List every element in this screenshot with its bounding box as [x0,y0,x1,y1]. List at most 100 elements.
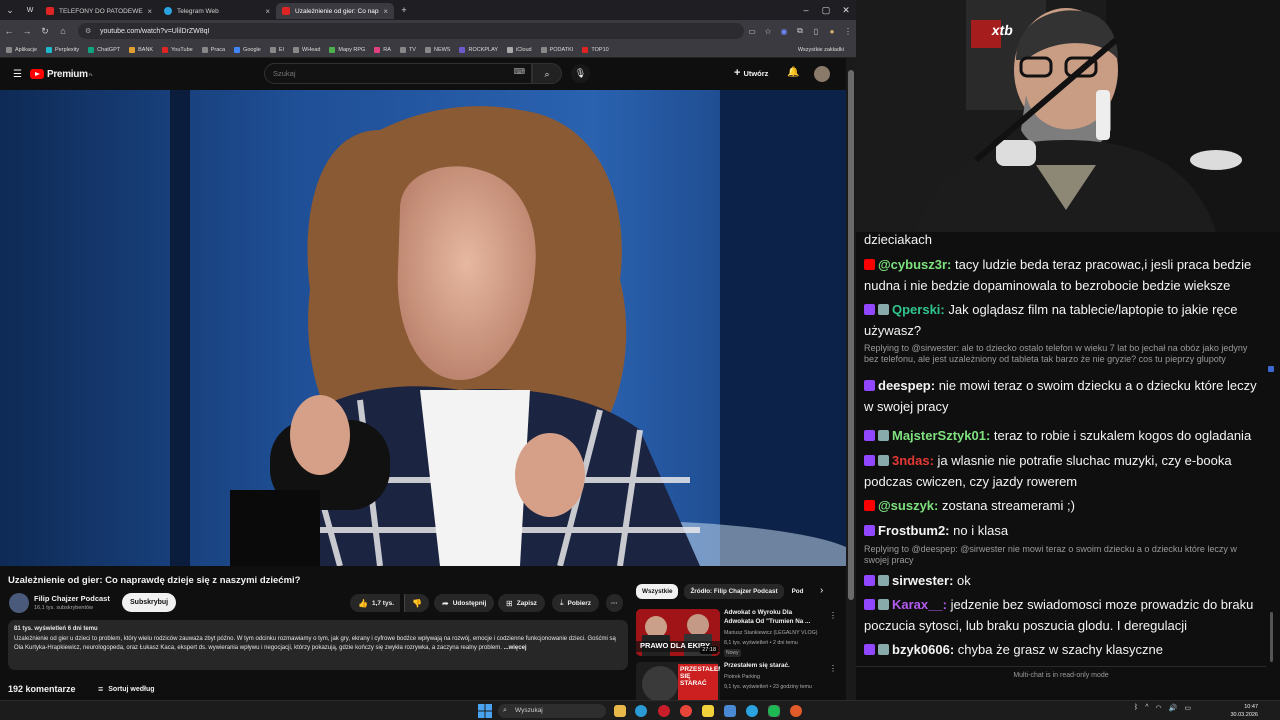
windows-start-icon[interactable] [478,704,492,718]
telegram-icon[interactable] [746,705,758,717]
like-button[interactable]: 👍 1,7 tys. [350,594,401,612]
download-button[interactable]: ⤓ Pobierz [552,594,600,612]
forward-icon[interactable]: → [18,26,36,36]
avatar[interactable] [814,66,830,82]
subscribe-button[interactable]: Subskrybuj [122,593,177,612]
chat-username[interactable]: 3ndas: [892,453,934,468]
chip-source[interactable]: Źródło: Filip Chajzer Podcast [684,584,784,599]
chat-username[interactable]: Frostbum2: [878,523,950,538]
bookmark-item[interactable]: Mapy RPG [329,46,365,53]
recommended-video[interactable]: PRAWO DLA EKIPY 27:18 Adwokat o Wyroku D… [636,609,837,661]
keyboard-icon[interactable]: ⌨ [513,67,525,76]
download-manager-icon[interactable] [724,705,736,717]
channel-name[interactable]: Filip Chajzer Podcast [34,594,110,603]
search-input[interactable]: Szukaj ⌨ [264,63,532,84]
page-scrollbar[interactable] [846,58,856,700]
notifications-bell-icon[interactable]: 🔔 [787,67,799,78]
edge-icon[interactable] [635,705,647,717]
url-field[interactable]: ⚙ youtube.com/watch?v=UlilDrZW8qI [78,23,744,39]
bookmark-item[interactable]: TOP10 [582,46,609,53]
close-tab-icon[interactable]: × [147,7,152,16]
close-window-icon[interactable]: ✕ [836,5,856,16]
video-thumbnail[interactable]: PRAWO DLA EKIPY 27:18 [636,609,720,656]
recommended-video[interactable]: PRZESTAŁEM SIĘ STARAĆ Przestałem się sta… [636,662,837,700]
tab-telegram[interactable]: Telegram Web × [158,3,276,19]
split-view-icon[interactable]: ▯ [808,27,824,36]
recommended-author[interactable]: Mariusz Stankiewicz (LEGALNY VLOG) [724,630,818,636]
bookmark-item[interactable]: Aplikacje [6,46,37,53]
file-explorer-icon[interactable] [614,705,626,717]
description-box[interactable]: 81 tys. wyświetleń 6 dni temu Uzależnien… [8,620,628,670]
side-panel-indicator-icon[interactable] [1268,366,1274,372]
close-tab-icon[interactable]: × [265,7,270,16]
bookmark-item[interactable]: ChatGPT [88,46,120,53]
profile-icon[interactable]: ● [824,27,840,36]
chat-username[interactable]: sirwester: [892,573,953,588]
video-thumbnail[interactable]: PRZESTAŁEM SIĘ STARAĆ [636,662,720,700]
scrollbar-thumb[interactable] [848,70,854,600]
recommended-title[interactable]: Przestałem się starać. [724,662,820,671]
taskbar-search-input[interactable]: ⌕ Wyszukaj [498,704,606,718]
extensions-puzzle-icon[interactable]: ⧉ [792,26,808,36]
recommended-author[interactable]: Piotrek Parking [724,674,760,680]
save-button[interactable]: ⊞ Zapisz [498,594,545,612]
chat-username[interactable]: Qperski: [892,302,945,317]
wifi-icon[interactable]: ◠ [1156,704,1162,712]
close-tab-icon[interactable]: × [383,7,388,16]
bookmark-item[interactable]: PODATKI [540,46,573,53]
youtube-premium-logo[interactable]: Premium PL [29,69,93,80]
share-button[interactable]: ➦ Udostępnij [434,594,495,612]
sort-comments-button[interactable]: ≡ Sortuj według [98,684,155,694]
hamburger-menu-icon[interactable]: ☰ [13,69,22,80]
more-vertical-icon[interactable]: ⋮ [829,664,837,673]
chat-username[interactable]: MajsterSztyk01: [892,428,990,443]
description-more-link[interactable]: ...więcej [504,645,527,651]
more-actions-button[interactable]: ··· [606,594,623,612]
bookmark-item[interactable]: Praca [201,46,225,53]
browser-menu-icon[interactable]: ⋮ [840,27,856,36]
all-bookmarks-folder[interactable]: Wszystkie zakładki [798,47,844,53]
bluetooth-icon[interactable]: ᛒ [1134,704,1138,712]
dislike-button[interactable]: 👎 [404,594,429,612]
bookmark-item[interactable]: ROCKPLAY [459,46,498,53]
chat-username[interactable]: Karax__: [892,597,947,612]
minimize-icon[interactable]: – [796,5,816,15]
more-vertical-icon[interactable]: ⋮ [829,611,837,620]
tab-telefony[interactable]: TELEFONY DO PATODEWELOPER × [40,3,158,19]
video-player[interactable] [0,90,846,566]
bookmark-item[interactable]: iCloud [507,46,532,53]
bookmark-star-icon[interactable]: ☆ [760,27,776,36]
search-button[interactable]: ⌕ [532,63,562,84]
workspace-icon[interactable]: W [20,7,40,14]
reload-icon[interactable]: ↻ [36,26,54,37]
bookmark-item[interactable]: NEWS [424,46,450,53]
bookmark-item[interactable]: YouTube [162,46,193,53]
chevron-right-icon[interactable]: › [820,585,823,596]
chat-username[interactable]: bzyk0606: [892,642,954,657]
new-tab-icon[interactable]: + [394,5,414,15]
chat-username[interactable]: deespep: [878,378,935,393]
bookmark-item[interactable]: EI [269,46,284,53]
volume-icon[interactable]: 🔊 [1169,704,1178,712]
site-info-icon[interactable]: ⚙ [85,27,91,35]
chrome-icon[interactable] [680,705,692,717]
extension-icon[interactable]: ◉ [776,27,792,36]
create-button[interactable]: + Utwórz [734,67,768,79]
opera-icon[interactable] [658,705,670,717]
chat-scrollbar[interactable] [1270,612,1273,662]
chevron-up-icon[interactable]: ^ [1145,704,1148,712]
clock[interactable]: 10:47 30.03.2026 [1200,703,1258,719]
home-icon[interactable]: ⌂ [54,26,72,36]
chip-podcasts[interactable]: Pod [790,584,812,599]
bookmark-item[interactable]: RA [374,46,391,53]
chip-all[interactable]: Wszystkie [636,584,679,599]
bookmark-item[interactable]: Perplexity [46,46,79,53]
voice-search-button[interactable]: 🎙 [571,64,590,83]
bookmark-item[interactable]: Google [234,46,261,53]
bookmark-item[interactable]: BANK [129,46,153,53]
bookmark-item[interactable]: TV [399,46,416,53]
recommended-title[interactable]: Adwokat o Wyroku Dla Adwokata Od "Trumie… [724,609,820,626]
notes-icon[interactable] [702,705,714,717]
maximize-icon[interactable]: ▢ [816,5,836,16]
streaming-app-icon[interactable] [790,705,802,717]
